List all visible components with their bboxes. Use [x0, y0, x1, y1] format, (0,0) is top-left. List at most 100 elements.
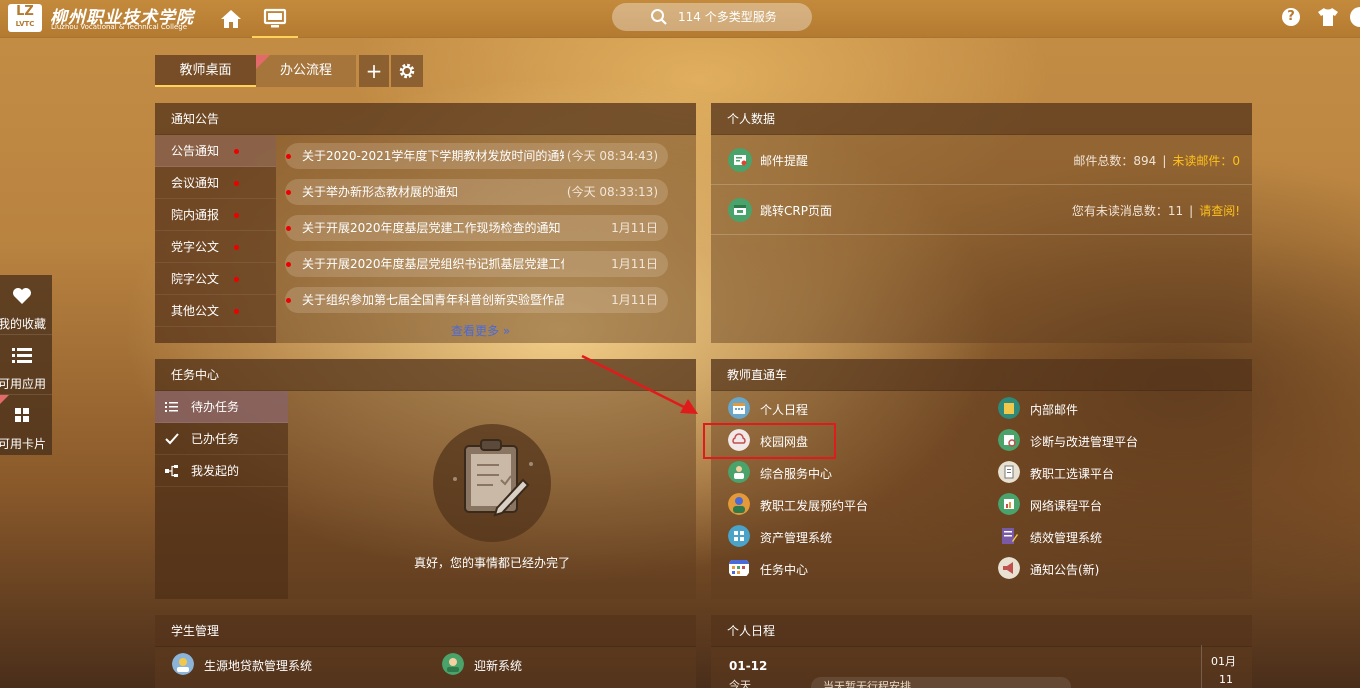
mail-stats: 邮件总数：894 | 未读邮件：0	[1073, 152, 1240, 169]
app-label: 迎新系统	[474, 659, 523, 673]
list-icon	[165, 402, 178, 412]
notice-item[interactable]: 关于举办新形态教材展的通知 (今天 08:33:13)	[285, 179, 668, 205]
unread-dot	[234, 245, 239, 250]
task-todo-item[interactable]: 待办任务	[155, 391, 288, 423]
flow-icon	[165, 465, 178, 477]
notice-item[interactable]: 关于2020-2021学年度下学期教材发放时间的通知 (今天 08:34:43)	[285, 143, 668, 169]
mail-folder-icon	[998, 397, 1020, 419]
add-tab-button[interactable]: +	[359, 55, 389, 87]
tab-teacher-desk[interactable]: 教师桌面	[155, 55, 256, 87]
personal-data-title: 个人数据	[711, 103, 1252, 135]
task-center-title: 任务中心	[155, 359, 696, 391]
student-management-title: 学生管理	[155, 615, 696, 647]
college-logo[interactable]: LZ LVTC	[8, 4, 42, 32]
schedule-date: 01-12	[729, 659, 768, 673]
theme-shirt-icon[interactable]	[1317, 7, 1339, 27]
task-center-panel: 任务中心 待办任务 已办任务 我发起的 真好，您的事情都已经办完了	[155, 359, 696, 599]
notice-item[interactable]: 关于开展2020年度基层党组织书记抓基层党建工作 1月11日	[285, 251, 668, 277]
tab-settings-button[interactable]	[391, 55, 423, 87]
notice-category-item[interactable]: 其他公文	[155, 295, 276, 327]
notice-category-item[interactable]: 院内通报	[155, 199, 276, 231]
online-course-icon	[998, 493, 1020, 515]
desktop-nav-button[interactable]	[252, 0, 298, 38]
schedule-panel: 个人日程 01-12 今天 当天暂无行程安排 01月 11	[711, 615, 1252, 688]
notice-category-item[interactable]: 公告通知	[155, 135, 276, 167]
notice-time: (今天 08:34:43)	[566, 149, 658, 163]
task-empty-text: 真好，您的事情都已经办完了	[413, 556, 570, 570]
crp-row[interactable]: 跳转CRP页面 您有未读消息数：11 | 请查阅!	[711, 185, 1252, 235]
task-category-list: 待办任务 已办任务 我发起的	[155, 391, 288, 599]
app-label: 网络课程平台	[1030, 499, 1103, 513]
search-icon	[651, 9, 667, 25]
check-icon	[165, 433, 179, 445]
unread-dot	[286, 262, 291, 267]
monitor-icon	[263, 8, 287, 28]
task-started-item[interactable]: 我发起的	[155, 455, 288, 487]
dock-favorites[interactable]: 我的收藏	[0, 275, 52, 335]
logo-mark-sub: LVTC	[15, 20, 35, 28]
mail-reminder-label: 邮件提醒	[760, 154, 809, 168]
teacher-express-panel: 教师直通车 个人日程 校园网盘 综合服务中心 教职工发展预约平台 资产管理系统 …	[711, 359, 1252, 599]
notice-panel-title: 通知公告	[155, 103, 696, 135]
logo-mark-text: LZ	[16, 4, 34, 19]
notice-time: 1月11日	[611, 293, 658, 307]
service-search[interactable]: 114 个多类型服务	[612, 3, 812, 31]
notice-time: (今天 08:33:13)	[566, 185, 658, 199]
student-loan-icon	[172, 653, 194, 675]
dock-apps[interactable]: 可用应用	[0, 335, 52, 395]
notice-title: 关于举办新形态教材展的通知	[302, 185, 459, 199]
unread-dot	[234, 277, 239, 282]
cards-grid-icon	[15, 408, 29, 422]
mail-unread[interactable]: 未读邮件：0	[1172, 154, 1240, 168]
unread-dot	[286, 190, 291, 195]
notice-item[interactable]: 关于开展2020年度基层党建工作现场检查的通知 1月11日	[285, 215, 668, 241]
notice-category-label: 公告通知	[171, 144, 220, 158]
person-service-icon	[728, 461, 750, 483]
task-done-label: 已办任务	[191, 432, 240, 446]
edit-document-icon	[1002, 528, 1018, 544]
notice-category-item[interactable]: 会议通知	[155, 167, 276, 199]
task-done-item[interactable]: 已办任务	[155, 423, 288, 455]
mail-reminder-row[interactable]: 邮件提醒 邮件总数：894 | 未读邮件：0	[711, 135, 1252, 185]
empty-state-illustration	[433, 424, 551, 542]
notice-title: 关于开展2020年度基层党建工作现场检查的通知	[302, 221, 561, 235]
schedule-day[interactable]: 11	[1219, 673, 1233, 686]
app-label: 诊断与改进管理平台	[1030, 435, 1139, 449]
dock-favorites-label: 我的收藏	[0, 317, 47, 331]
dock-cards[interactable]: 可用卡片	[0, 395, 52, 455]
student-welcome-icon	[442, 653, 464, 675]
tab-corner-marker	[256, 55, 270, 69]
tab-office-flow[interactable]: 办公流程	[256, 55, 356, 87]
crp-action-link[interactable]: 请查阅!	[1199, 204, 1240, 218]
app-label: 个人日程	[760, 403, 809, 417]
dock-corner-marker	[0, 395, 9, 404]
app-label: 通知公告(新)	[1030, 563, 1100, 577]
notice-time: 1月11日	[611, 257, 658, 271]
notice-time: 1月11日	[611, 221, 658, 235]
notice-category-list: 公告通知 会议通知 院内通报 党字公文 院字公文 其他公文	[155, 135, 276, 343]
schedule-month[interactable]: 01月	[1211, 653, 1236, 669]
home-icon[interactable]	[219, 8, 243, 30]
gear-icon	[399, 63, 415, 79]
unread-dot	[234, 181, 239, 186]
user-avatar-icon[interactable]	[1350, 7, 1360, 27]
help-icon[interactable]: ?	[1282, 8, 1300, 26]
teacher-express-title: 教师直通车	[711, 359, 1252, 391]
notice-more-link[interactable]: 查看更多 »	[451, 322, 510, 339]
crp-stats: 您有未读消息数：11 | 请查阅!	[1072, 202, 1240, 219]
student-management-panel: 学生管理 生源地贷款管理系统 迎新系统	[155, 615, 696, 688]
notice-category-item[interactable]: 党字公文	[155, 231, 276, 263]
grid-icon	[728, 525, 750, 547]
dock-apps-label: 可用应用	[0, 377, 47, 391]
unread-dot	[286, 226, 291, 231]
calendar-icon	[728, 397, 750, 419]
unread-dot	[286, 154, 291, 159]
notice-category-item[interactable]: 院字公文	[155, 263, 276, 295]
notice-title: 关于2020-2021学年度下学期教材发放时间的通知	[302, 149, 564, 163]
task-empty-state: 真好，您的事情都已经办完了	[288, 391, 696, 599]
app-label: 任务中心	[760, 563, 809, 577]
calendar-grid-icon	[729, 560, 749, 576]
notice-item[interactable]: 关于组织参加第七届全国青年科普创新实验暨作品 1月11日	[285, 287, 668, 313]
notice-title: 关于组织参加第七届全国青年科普创新实验暨作品	[302, 293, 564, 307]
notice-panel: 通知公告 公告通知 会议通知 院内通报 党字公文 院字公文 其他公文 关于202…	[155, 103, 696, 343]
